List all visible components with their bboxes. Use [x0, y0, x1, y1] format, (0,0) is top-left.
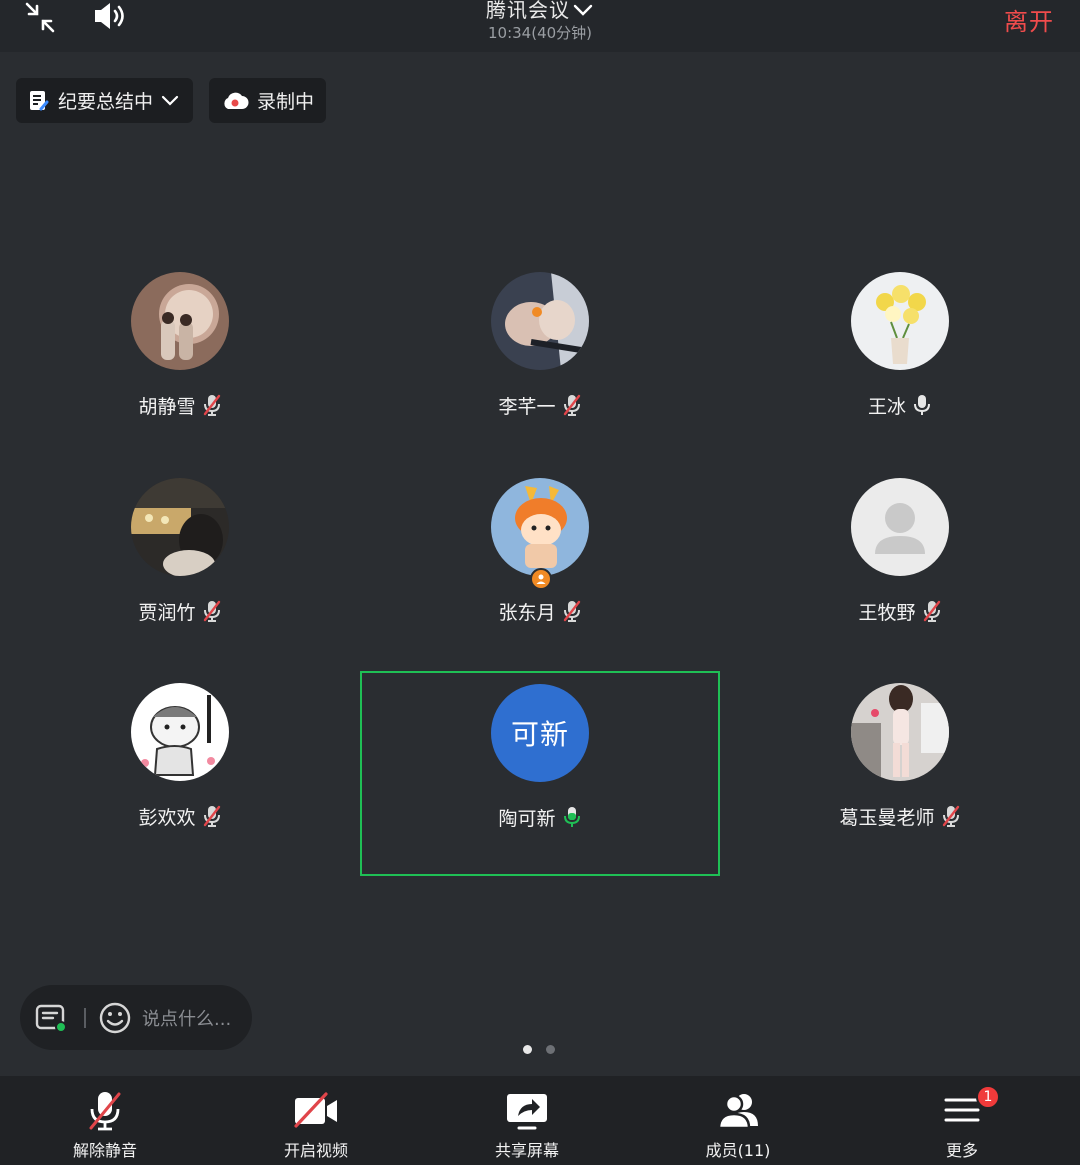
avatar-initials: 可新: [491, 684, 589, 782]
participant-name-text: 张东月: [498, 602, 556, 624]
participant-tile[interactable]: 彭欢欢: [0, 683, 360, 888]
participant-tile[interactable]: 贾润竹: [0, 478, 360, 683]
meeting-title-text: 腾讯会议: [486, 0, 570, 22]
participant-tile[interactable]: 李芊一: [360, 272, 720, 477]
start-video-button[interactable]: 开启视频: [246, 1076, 386, 1165]
recording-chip[interactable]: 录制中: [209, 78, 326, 123]
page-dot-active[interactable]: [523, 1045, 532, 1054]
participant-name: 王冰: [720, 392, 1080, 421]
participant-name-text: 彭欢欢: [138, 807, 196, 829]
participant-name-text: 葛玉曼老师: [839, 807, 935, 829]
recording-label: 录制中: [257, 91, 315, 113]
mic-muted-icon: [941, 805, 961, 832]
participant-name: 胡静雪: [0, 392, 360, 421]
participant-name: 王牧野: [720, 598, 1080, 627]
participant-tile[interactable]: 张东月: [360, 478, 720, 683]
document-icon: [30, 90, 49, 110]
chat-bar: 说点什么...: [20, 985, 252, 1050]
participant-name: 彭欢欢: [0, 803, 360, 832]
avatar: [851, 683, 949, 781]
mic-muted-icon: [562, 394, 582, 421]
participant-tile[interactable]: 葛玉曼老师: [720, 683, 1080, 888]
leave-button[interactable]: 离开: [1004, 2, 1054, 37]
share-screen-label: 共享屏幕: [494, 1141, 559, 1160]
bottom-toolbar: 解除静音 开启视频 共享屏幕 成员(11) 1 更多: [0, 1076, 1080, 1165]
members-button[interactable]: 成员(11): [668, 1076, 808, 1165]
members-icon: [668, 1090, 808, 1132]
share-screen-icon: [457, 1090, 597, 1132]
page-dot[interactable]: [546, 1045, 555, 1054]
participant-name-text: 陶可新: [498, 808, 556, 830]
avatar: [131, 683, 229, 781]
meeting-title[interactable]: 腾讯会议: [0, 0, 1080, 24]
menu-icon: [892, 1090, 1032, 1130]
participant-name-text: 胡静雪: [138, 396, 196, 418]
divider: [84, 1007, 86, 1028]
participant-name: 陶可新: [362, 804, 718, 833]
participant-name-text: 王牧野: [858, 602, 916, 624]
top-bar: 腾讯会议 10:34(40分钟) 离开: [0, 0, 1080, 52]
mic-muted-icon: [35, 1090, 175, 1132]
participant-name: 李芊一: [360, 392, 720, 421]
more-label: 更多: [945, 1141, 978, 1160]
chat-list-icon[interactable]: [34, 1002, 70, 1034]
participant-name: 葛玉曼老师: [720, 803, 1080, 832]
avatar-placeholder: [851, 478, 949, 576]
start-video-label: 开启视频: [283, 1141, 348, 1160]
mic-muted-icon: [562, 600, 582, 627]
more-button[interactable]: 1 更多: [892, 1076, 1032, 1165]
host-icon: [530, 568, 552, 590]
summary-chip[interactable]: 纪要总结中: [16, 78, 193, 123]
unmute-button[interactable]: 解除静音: [35, 1076, 175, 1165]
participant-name-text: 王冰: [867, 396, 906, 418]
participant-tile[interactable]: 王冰: [720, 272, 1080, 477]
mic-speaking-icon: [562, 806, 582, 833]
participant-name: 贾润竹: [0, 598, 360, 627]
participant-tile[interactable]: 王牧野: [720, 478, 1080, 683]
summary-label: 纪要总结中: [58, 91, 154, 113]
avatar: [131, 272, 229, 370]
mic-muted-icon: [922, 600, 942, 627]
chevron-down-icon: [572, 0, 594, 24]
participant-name-text: 李芊一: [498, 396, 556, 418]
mic-muted-icon: [202, 600, 222, 627]
mic-muted-icon: [202, 394, 222, 421]
emoji-icon[interactable]: [98, 1001, 132, 1035]
meeting-duration: 10:34(40分钟): [487, 24, 593, 42]
mic-muted-icon: [202, 805, 222, 832]
chat-input[interactable]: 说点什么...: [142, 1005, 231, 1031]
avatar: [851, 272, 949, 370]
chevron-down-icon: [161, 95, 179, 106]
notification-badge: 1: [976, 1085, 1000, 1109]
participant-tile[interactable]: 胡静雪: [0, 272, 360, 477]
participant-name: 张东月: [360, 598, 720, 627]
unmute-label: 解除静音: [72, 1141, 137, 1160]
avatar: [491, 478, 589, 576]
avatar: [491, 272, 589, 370]
participant-tile-active-speaker[interactable]: 可新 陶可新: [360, 671, 720, 876]
cloud-record-icon: [224, 92, 249, 109]
page-indicator: [523, 1045, 555, 1054]
mic-on-icon: [912, 394, 932, 421]
video-off-icon: [246, 1090, 386, 1130]
members-label: 成员(11): [705, 1141, 771, 1160]
share-screen-button[interactable]: 共享屏幕: [457, 1076, 597, 1165]
avatar: [131, 478, 229, 576]
participant-name-text: 贾润竹: [138, 602, 196, 624]
